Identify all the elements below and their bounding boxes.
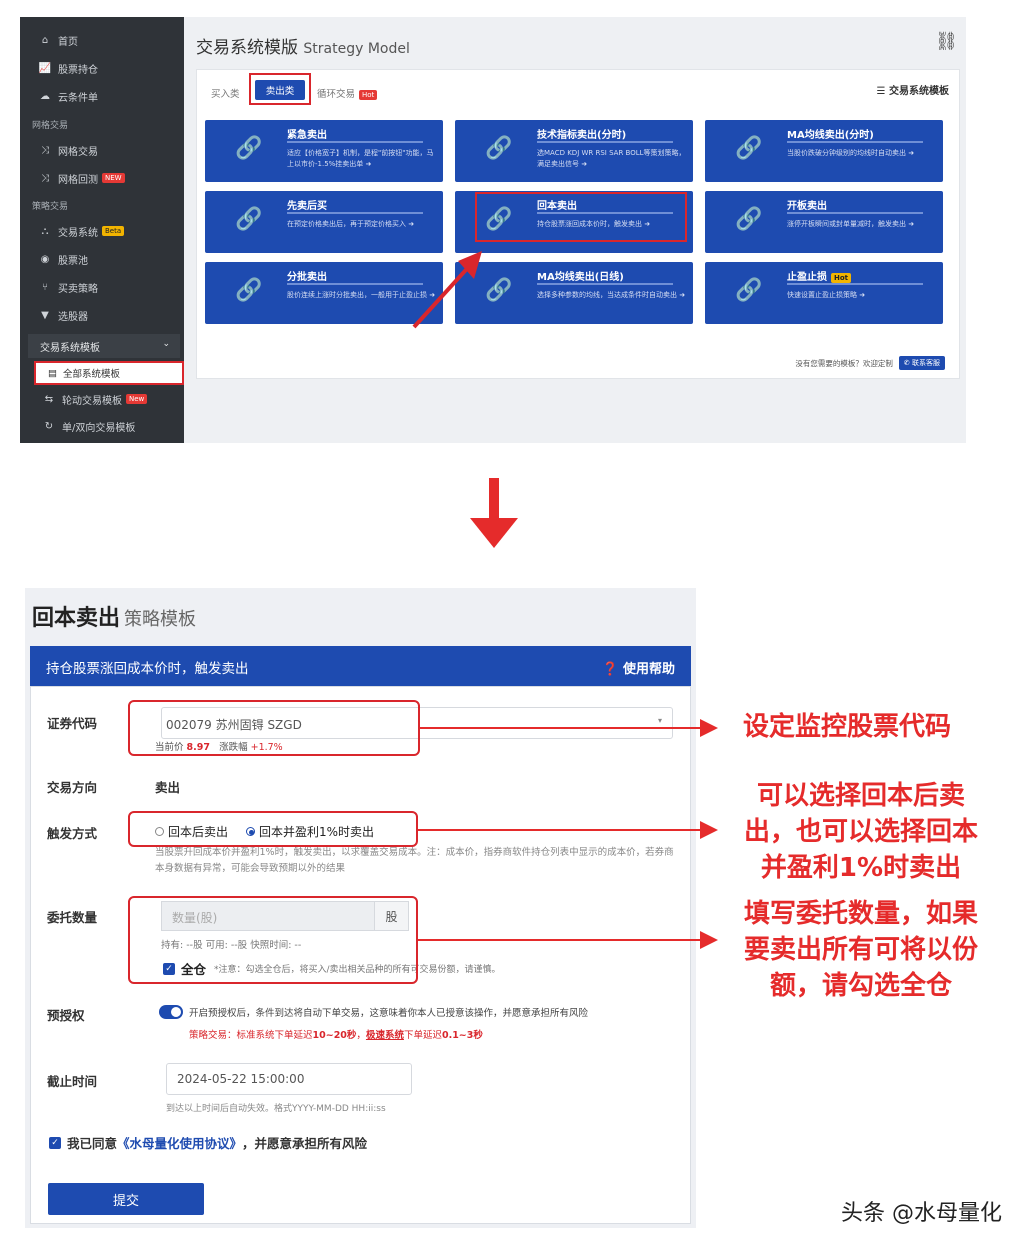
label-preauth: 预授权 — [47, 1008, 85, 1023]
filter-icon: ▼ — [41, 309, 49, 321]
new-badge: NEW — [102, 173, 125, 183]
card-highlight-box — [475, 192, 687, 242]
tab-buy[interactable]: 买入类 — [211, 86, 240, 100]
link-icon: 🔗 — [735, 207, 763, 232]
sidebar-item-screener[interactable]: ▼ 选股器 — [20, 302, 184, 328]
branch-icon: ⑂ — [42, 281, 48, 293]
cloud-icon: ☁ — [40, 90, 50, 102]
sidebar: ⌂ 首页 📈 股票持仓 ☁ 云条件单 网格交易 ⤨ 网格交易 ⤨ 网格回测 NEW 策略交易… — [20, 17, 184, 443]
beta-badge: Beta — [102, 226, 125, 236]
sidebar-item-all-templates[interactable]: ▤ 全部系统模板 — [34, 361, 184, 385]
template-card[interactable]: 🔗 MA均线卖出(分时) 当股价跌破分钟级别的均线时自动卖出 ➜ — [705, 120, 943, 182]
highlight-code — [128, 700, 420, 756]
arrow-quantity — [418, 931, 718, 949]
help-link[interactable]: ❓ 使用帮助 — [602, 658, 675, 677]
shuffle-icon: ⤨ — [41, 172, 49, 184]
template-menu-label[interactable]: ☰ 交易系统模板 — [877, 82, 949, 97]
top-screenshot: ⌂ 首页 📈 股票持仓 ☁ 云条件单 网格交易 ⤨ 网格交易 ⤨ 网格回测 NEW 策略交易… — [20, 17, 966, 443]
deadline-input[interactable]: 2024-05-22 15:00:00 — [166, 1063, 412, 1095]
chart-icon: 📈 — [38, 62, 52, 74]
top-main: 交易系统模版 Strategy Model ⛓ 买入类 卖出类 循环交易 Hot … — [184, 17, 966, 443]
watermark: 头条 @水母量化 — [841, 1201, 1002, 1226]
sidebar-section-strategy: 策略交易 — [32, 202, 69, 212]
template-panel: 买入类 卖出类 循环交易 Hot ☰ 交易系统模板 🔗 紧急卖出 适应【价格宽子】机制… — [196, 69, 960, 379]
deadline-note: 到达以上时间后自动失效。格式YYYY-MM-DD HH:ii:ss — [166, 1104, 386, 1114]
new-badge: New — [126, 394, 148, 404]
org-icon: ⛬ — [41, 225, 49, 237]
down-arrow — [470, 478, 518, 548]
arrow-trigger — [418, 821, 718, 839]
panel-footer: 没有您需要的模板？欢迎定制 ✆ 联系客服 — [795, 356, 945, 370]
link-icon: 🔗 — [735, 136, 763, 161]
link-icon: 🔗 — [485, 136, 513, 161]
link-icon: 🔗 — [235, 278, 263, 303]
tab-sell-highlight: 卖出类 — [249, 73, 311, 105]
preauth-toggle[interactable] — [159, 1005, 183, 1019]
sidebar-item-home[interactable]: ⌂ 首页 — [20, 27, 184, 53]
template-card[interactable]: 🔗 先卖后买 在预定价格卖出后，再于预定价格买入 ➜ — [205, 191, 443, 253]
link-icon: 🔗 — [235, 207, 263, 232]
annotation-code: 设定监控股票代码 — [742, 712, 951, 742]
form-header-text: 持仓股票涨回成本价时，触发卖出 — [46, 661, 249, 677]
chevron-down-icon: ⌄ — [162, 339, 170, 349]
sidebar-item-bidirectional[interactable]: ↻ 单/双向交易模板 — [20, 413, 184, 439]
template-card[interactable]: 🔗 技术指标卖出(分时) 选MACD KDJ WR RSI SAR BOLL等策划策… — [455, 120, 693, 182]
annotation-trigger: 可以选择回本后卖 出，也可以选择回本 并盈利1%时卖出 — [743, 781, 978, 883]
label-quantity: 委托数量 — [47, 910, 98, 925]
root: ⌂ 首页 📈 股票持仓 ☁ 云条件单 网格交易 ⤨ 网格交易 ⤨ 网格回测 NEW 策略交易… — [0, 0, 1024, 1249]
label-direction: 交易方向 — [47, 780, 98, 795]
shuffle-icon: ⤨ — [41, 144, 49, 156]
sidebar-section-grid: 网格交易 — [32, 121, 69, 131]
swap-icon: ⇆ — [44, 393, 54, 405]
sidebar-item-grid-trade[interactable]: ⤨ 网格交易 — [20, 137, 184, 163]
sidebar-item-grid-backtest[interactable]: ⤨ 网格回测 NEW — [20, 165, 184, 191]
agree-checkbox[interactable]: ✓ — [49, 1136, 61, 1149]
link-icon: 🔗 — [235, 136, 263, 161]
template-card[interactable]: 🔗 紧急卖出 适应【价格宽子】机制，是程"前按钮"功能，马上以市价-1.5%挂卖出单… — [205, 120, 443, 182]
form-title: 回本卖出 策略模板 — [32, 606, 197, 631]
sidebar-item-strategies[interactable]: ⑂ 买卖策略 — [20, 274, 184, 300]
contact-button[interactable]: ✆ 联系客服 — [898, 356, 945, 370]
highlight-quantity — [128, 896, 418, 984]
preauth-note: 开启预授权后，条件到达将自动下单交易，这意味着你本人已授意该操作，并愿意承担所有… — [189, 1008, 589, 1019]
network-icon[interactable]: ⛓ — [935, 31, 958, 52]
pool-icon: ◉ — [40, 253, 50, 265]
sidebar-item-cloud-orders[interactable]: ☁ 云条件单 — [20, 83, 184, 109]
form-header: 持仓股票涨回成本价时，触发卖出 ❓ 使用帮助 — [30, 646, 691, 686]
hot-badge: Hot — [359, 90, 378, 100]
preauth-delay-note: 策略交易：标准系统下单延迟10~20秒，极速系统下单延迟0.1~3秒 — [189, 1030, 483, 1041]
fast-system-link[interactable]: 极速系统 — [366, 1030, 404, 1041]
document-icon: ▤ — [48, 367, 57, 379]
trigger-note: 当股票升回成本价并盈利1%时，触发卖出，以求覆盖交易成本。注：成本价，指券商软件… — [155, 847, 674, 874]
sidebar-group-templates[interactable]: 交易系统模板 ⌄ — [28, 334, 180, 358]
label-code: 证券代码 — [47, 716, 98, 731]
sidebar-item-trade-system[interactable]: ⛬ 交易系统 Beta — [20, 218, 184, 244]
strategy-form-screenshot: 回本卖出 策略模板 持仓股票涨回成本价时，触发卖出 ❓ 使用帮助 证券代码 002… — [25, 588, 696, 1228]
label-trigger: 触发方式 — [47, 826, 98, 841]
arrow-code — [420, 719, 718, 737]
refresh-icon: ↻ — [44, 420, 54, 432]
sidebar-item-holdings[interactable]: 📈 股票持仓 — [20, 55, 184, 81]
submit-button[interactable]: 提交 — [48, 1183, 204, 1215]
home-icon: ⌂ — [41, 34, 49, 46]
agreement-link[interactable]: 《水母量化使用协议》 — [117, 1133, 242, 1152]
sidebar-item-stock-pool[interactable]: ◉ 股票池 — [20, 246, 184, 272]
template-card[interactable]: 🔗 止盈止损 Hot 快速设置止盈止损策略 ➜ — [705, 262, 943, 324]
highlight-trigger — [128, 811, 418, 847]
label-deadline: 截止时间 — [47, 1074, 98, 1089]
tab-sell[interactable]: 卖出类 — [255, 80, 305, 100]
tab-loop[interactable]: 循环交易 Hot — [317, 86, 378, 100]
template-card[interactable]: 🔗 开板卖出 涨停开板瞬间或封单量减时，触发卖出 ➜ — [705, 191, 943, 253]
direction-value: 卖出 — [155, 780, 181, 795]
pointer-arrow — [412, 251, 482, 329]
hot-badge: Hot — [831, 273, 852, 283]
agreement-row: ✓ 我已同意 《水母量化使用协议》 ，并愿意承担所有风险 — [49, 1133, 367, 1152]
annotation-quantity: 填写委托数量，如果 要卖出所有可将以份 额，请勾选全仓 — [743, 899, 978, 1001]
sidebar-item-rotation[interactable]: ⇆ 轮动交易模板 New — [20, 386, 184, 412]
link-icon: 🔗 — [735, 278, 763, 303]
page-title: 交易系统模版 Strategy Model — [196, 38, 410, 58]
